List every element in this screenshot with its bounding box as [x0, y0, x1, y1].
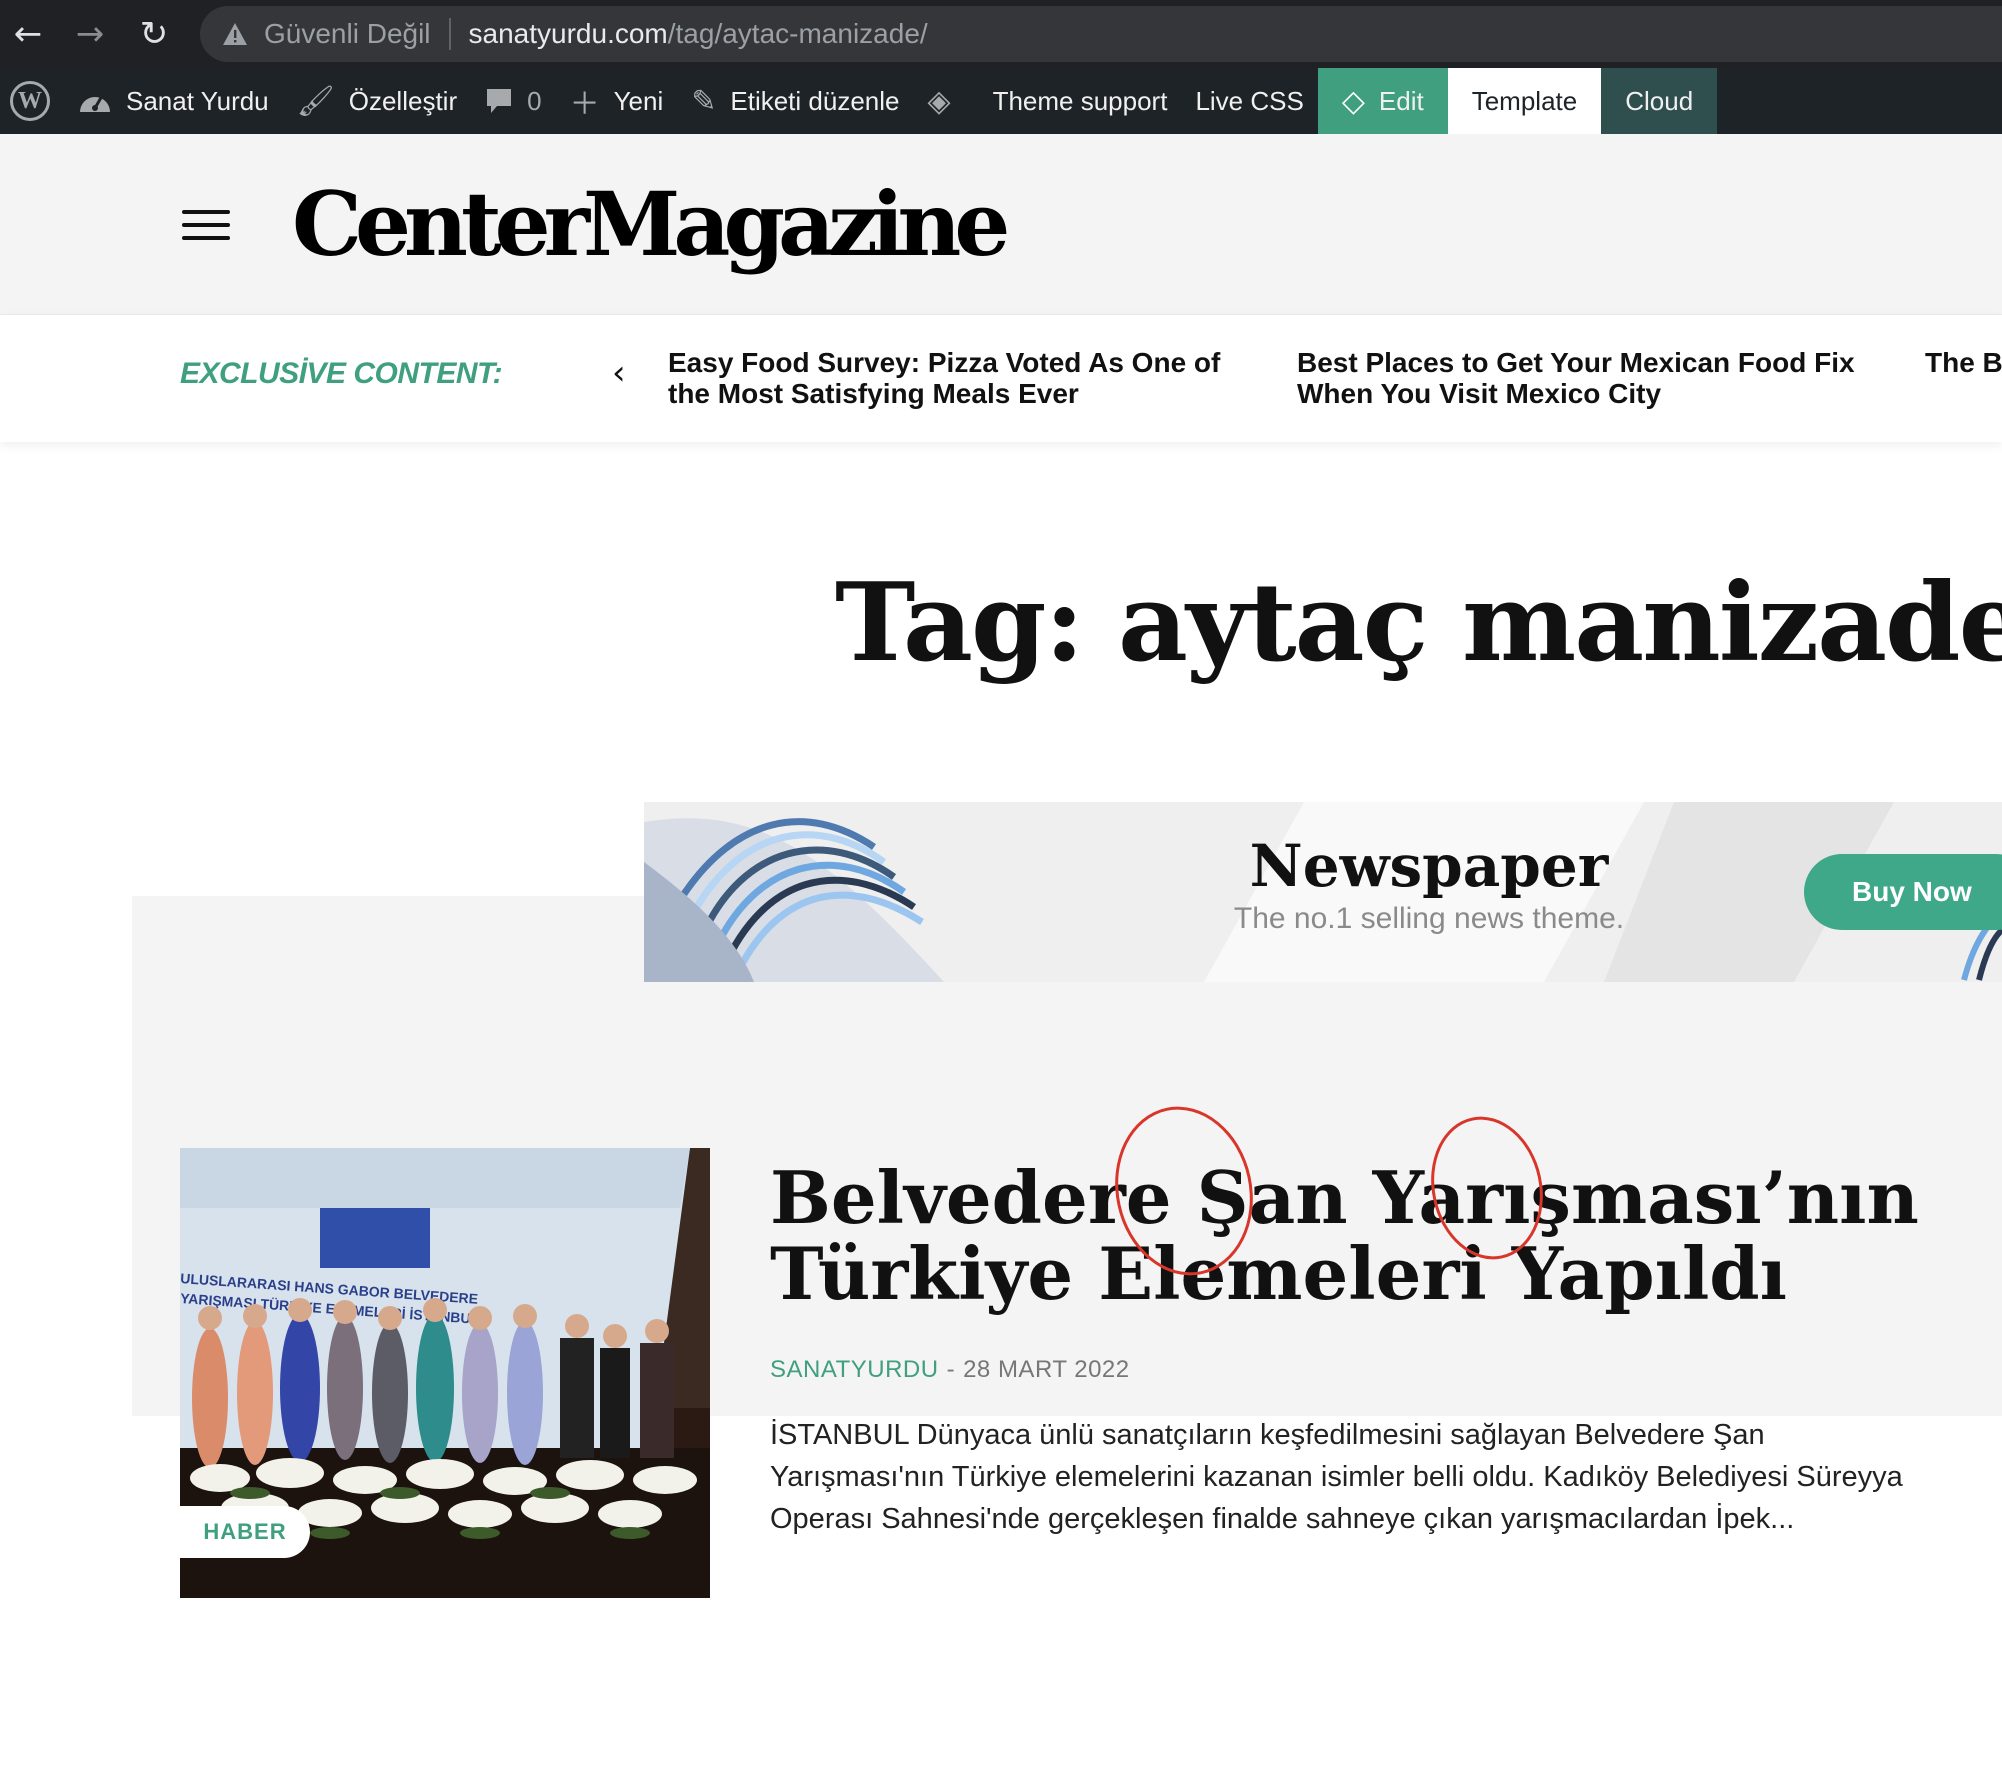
- exclusive-content-ticker: EXCLUSİVE CONTENT: ‹ Easy Food Survey: P…: [0, 314, 2002, 442]
- pencil-icon: ✎: [691, 83, 717, 119]
- wordpress-menu[interactable]: W: [0, 68, 64, 134]
- exclusive-label: EXCLUSİVE CONTENT:: [180, 357, 503, 390]
- ticker-item[interactable]: Best Places to Get Your Mexican Food Fix…: [1297, 347, 1897, 409]
- site-header: CenterMagazine: [0, 134, 2002, 314]
- comments-count: 0: [527, 85, 542, 116]
- edit-tag-label: Etiketi düzenle: [730, 85, 900, 116]
- wp-admin-bar: W Sanat Yurdu 🖌 Özelleştir 0 ＋ Yeni ✎ Et…: [0, 68, 2002, 134]
- site-name-label: Sanat Yurdu: [126, 85, 269, 116]
- article-title[interactable]: Belvedere Şan Yarışması’nın Türkiye Elem…: [770, 1160, 1950, 1312]
- customize-label: Özelleştir: [348, 85, 458, 116]
- cloud-label: Cloud: [1625, 85, 1694, 116]
- category-badge[interactable]: HABER: [180, 1506, 310, 1558]
- security-status: Güvenli Değil: [264, 18, 431, 49]
- new-content-menu[interactable]: ＋ Yeni: [556, 68, 678, 134]
- cloud-button[interactable]: Cloud: [1601, 68, 1718, 134]
- site-logo[interactable]: CenterMagazine: [292, 172, 1010, 276]
- edit-button[interactable]: ◇ Edit: [1317, 68, 1448, 134]
- article-author[interactable]: SANATYURDU: [770, 1356, 939, 1383]
- plus-icon: ＋: [569, 87, 600, 122]
- theme-diamond-menu[interactable]: ◈: [913, 68, 978, 134]
- dashboard-icon: [78, 86, 112, 116]
- edit-diamond-icon: ◇: [1341, 83, 1365, 119]
- template-button[interactable]: Template: [1447, 68, 1602, 134]
- buy-now-button[interactable]: Buy Now: [1804, 854, 2002, 930]
- url-divider: [448, 18, 451, 50]
- theme-support-link[interactable]: Theme support: [979, 68, 1182, 134]
- meta-separator: -: [946, 1356, 956, 1383]
- reload-icon[interactable]: ↻: [130, 10, 178, 58]
- live-css-link[interactable]: Live CSS: [1181, 68, 1317, 134]
- address-bar[interactable]: Güvenli Değil sanatyurdu.com /tag/aytac-…: [200, 6, 2002, 62]
- url-domain: sanatyurdu.com: [468, 18, 668, 49]
- article-date: 28 MART 2022: [963, 1356, 1130, 1383]
- ticker-item[interactable]: Easy Food Survey: Pizza Voted As One of …: [668, 347, 1268, 409]
- wordpress-logo-icon: W: [10, 81, 50, 121]
- article-excerpt: İSTANBUL Dünyaca ünlü sanatçıların keşfe…: [770, 1419, 1903, 1535]
- paintbrush-icon: 🖌: [296, 83, 335, 119]
- new-label: Yeni: [613, 85, 664, 116]
- forward-arrow-icon[interactable]: →: [66, 10, 114, 58]
- back-arrow-icon[interactable]: ←: [4, 10, 52, 58]
- ticker-item[interactable]: The Best Places to Find the Ju: [1925, 347, 2002, 378]
- ad-title: Newspaper: [1249, 832, 1609, 900]
- customize-link[interactable]: 🖌 Özelleştir: [283, 68, 471, 134]
- template-label: Template: [1471, 85, 1578, 116]
- warning-icon: [223, 23, 247, 45]
- ad-banner[interactable]: Newspaper The no.1 selling news theme. B…: [644, 802, 2002, 982]
- site-name-menu[interactable]: Sanat Yurdu: [64, 68, 283, 134]
- live-css-label: Live CSS: [1195, 85, 1304, 116]
- article-meta: SANATYURDU -28 MART 2022: [770, 1356, 1130, 1384]
- page-title: Tag: aytaç manizade: [835, 560, 2002, 686]
- theme-support-label: Theme support: [992, 85, 1168, 116]
- comments-link[interactable]: 0: [471, 68, 555, 134]
- hamburger-menu-icon[interactable]: [182, 210, 230, 240]
- comment-bubble-icon: [485, 87, 513, 115]
- edit-tag-link[interactable]: ✎ Etiketi düzenle: [677, 68, 913, 134]
- edit-label: Edit: [1378, 85, 1424, 116]
- diamond-icon: ◈: [927, 83, 951, 119]
- ad-subtitle: The no.1 selling news theme.: [1233, 902, 1625, 935]
- url-path: /tag/aytac-manizade/: [667, 18, 928, 49]
- browser-toolbar: ← → ↻ Güvenli Değil sanatyurdu.com /tag/…: [0, 0, 2002, 68]
- ticker-prev-chevron-icon[interactable]: ‹: [612, 353, 626, 393]
